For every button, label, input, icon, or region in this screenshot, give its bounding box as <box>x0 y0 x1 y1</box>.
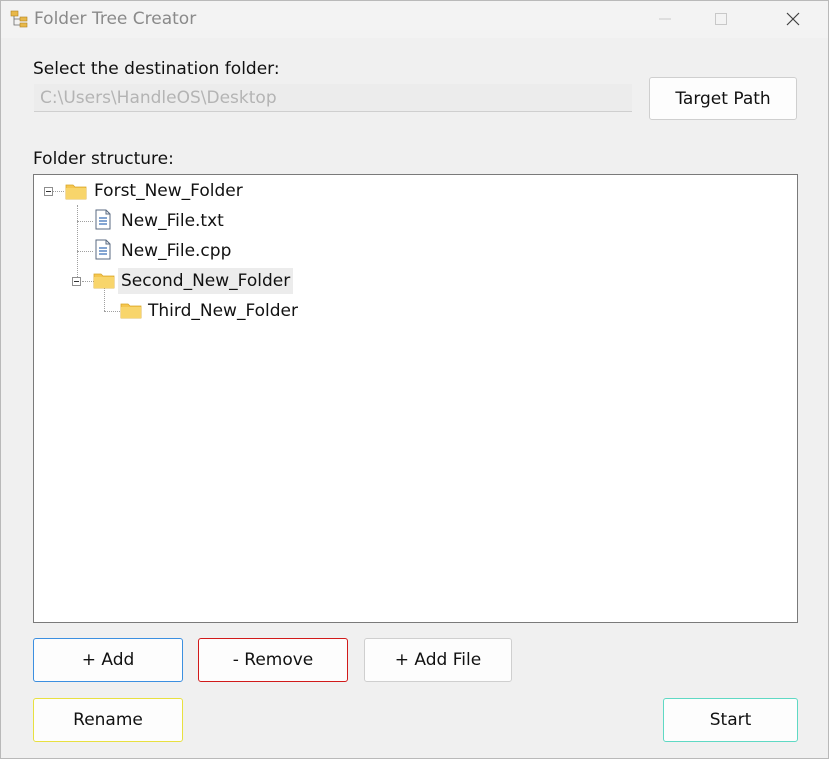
remove-button[interactable]: - Remove <box>198 638 348 682</box>
text-file-icon <box>95 209 111 230</box>
text-file-icon <box>95 239 111 260</box>
collapse-toggle[interactable] <box>44 187 53 196</box>
window-title: Folder Tree Creator <box>34 9 197 29</box>
tree-node-file[interactable]: New_File.txt <box>118 208 227 234</box>
tree-node-folder-selected[interactable]: Second_New_Folder <box>118 268 294 294</box>
maximize-icon <box>715 13 727 25</box>
destination-path-input[interactable] <box>34 84 632 112</box>
folder-icon <box>120 303 142 319</box>
start-button[interactable]: Start <box>663 698 798 742</box>
folder-tree-icon <box>10 10 28 28</box>
close-button[interactable] <box>770 1 816 38</box>
close-icon <box>786 12 800 26</box>
app-window: Folder Tree Creator Select the destinati… <box>0 0 829 759</box>
minimize-icon <box>659 18 671 20</box>
tree-connector <box>77 221 93 222</box>
add-button[interactable]: + Add <box>33 638 183 682</box>
tree-node-folder[interactable]: Third_New_Folder <box>145 298 301 324</box>
folder-icon <box>65 184 87 200</box>
tree-connector <box>77 251 93 252</box>
minimize-button[interactable] <box>642 1 688 38</box>
tree-connector <box>104 311 120 312</box>
tree-node-folder[interactable]: Forst_New_Folder <box>91 178 246 204</box>
add-file-button[interactable]: + Add File <box>364 638 512 682</box>
tree-node-file[interactable]: New_File.cpp <box>118 238 234 264</box>
tree-connector <box>77 205 78 221</box>
folder-tree[interactable]: Forst_New_Folder New_File.txt New_File.c… <box>33 174 798 623</box>
tree-connector <box>104 287 105 311</box>
structure-label: Folder structure: <box>33 149 174 169</box>
destination-label: Select the destination folder: <box>33 59 280 79</box>
target-path-button[interactable]: Target Path <box>649 77 797 120</box>
folder-icon <box>93 273 115 289</box>
title-bar[interactable]: Folder Tree Creator <box>1 1 828 38</box>
collapse-toggle[interactable] <box>72 277 81 286</box>
maximize-button[interactable] <box>698 1 744 38</box>
rename-button[interactable]: Rename <box>33 698 183 742</box>
